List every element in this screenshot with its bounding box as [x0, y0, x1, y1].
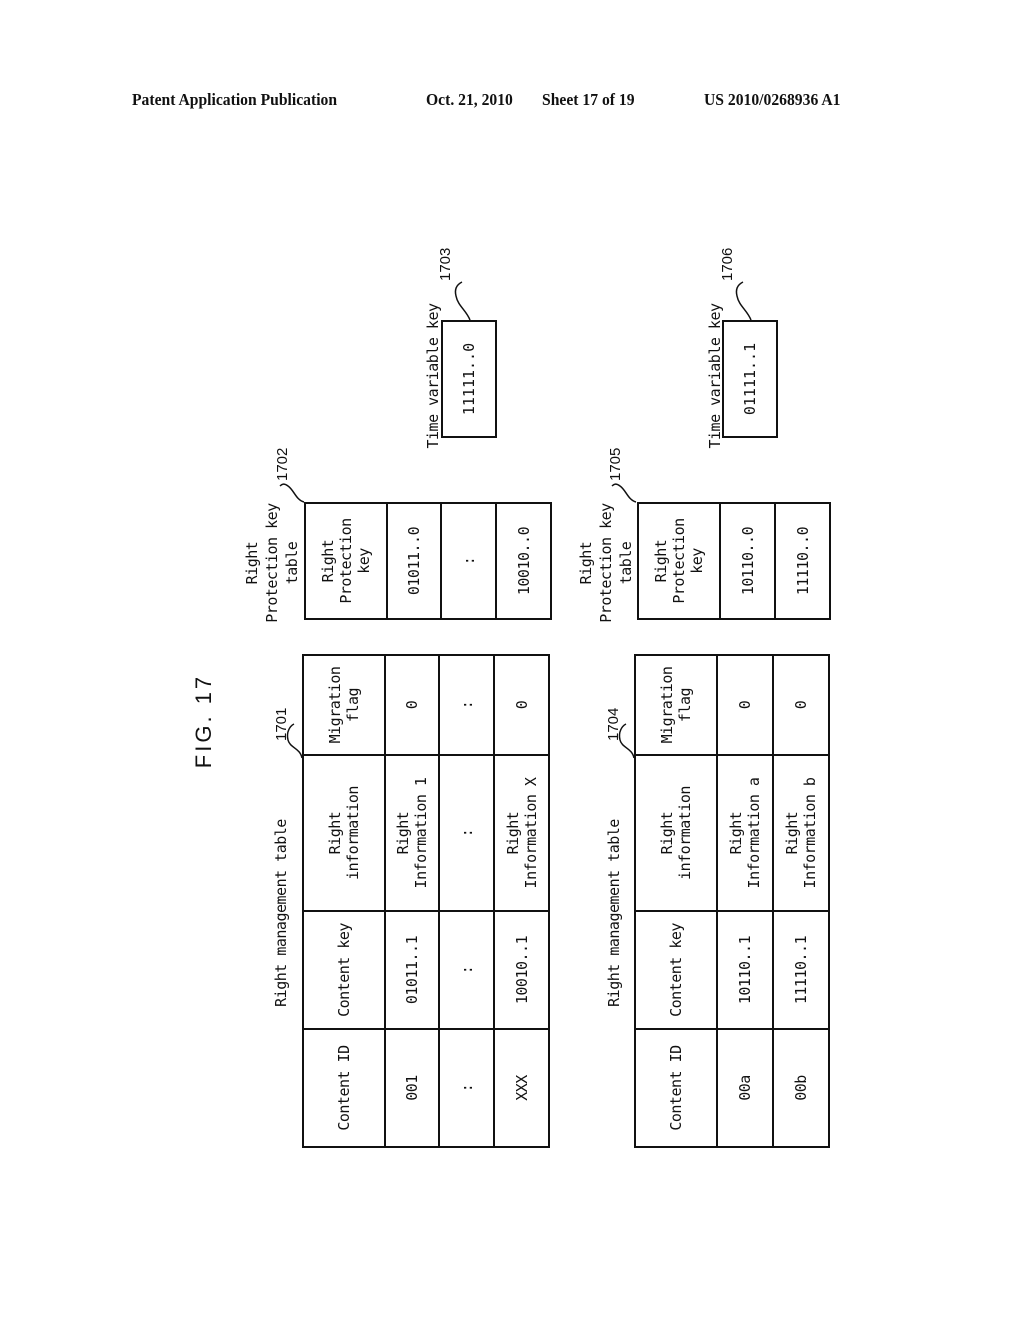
cell-content-id: :	[439, 1029, 494, 1147]
cell-content-id: 00b	[773, 1029, 829, 1147]
patent-number: US 2010/0268936 A1	[704, 90, 841, 109]
cell-migration-flag: 0	[494, 655, 549, 755]
header-right-protection-key: Right Protection key	[638, 503, 720, 619]
cell-right-information: Right Information a	[717, 755, 773, 911]
leader-line-1705	[611, 483, 637, 503]
header-content-id: Content ID	[303, 1029, 385, 1147]
header-migration-flag: Migration flag	[303, 655, 385, 755]
right-protection-key-table-1-title: Right Protection key table	[243, 503, 301, 623]
cell-migration-flag: 0	[385, 655, 439, 755]
reference-1702: 1702	[274, 447, 291, 481]
right-protection-key-table-2-title: Right Protection key table	[577, 503, 635, 623]
cell-content-key: 01011..1	[385, 911, 439, 1029]
publication-label: Patent Application Publication	[132, 90, 338, 109]
header-text: Right information	[326, 786, 362, 880]
header-right-protection-key: Right Protection key	[305, 503, 387, 619]
cell-right-information: Right Information X	[494, 755, 549, 911]
publication-date: Oct. 21, 2010	[426, 90, 513, 109]
figure-label: FIG. 17	[191, 673, 216, 769]
header-content-key: Content key	[303, 911, 385, 1029]
reference-1703: 1703	[437, 247, 454, 281]
time-variable-key-1: 11111..0	[441, 320, 497, 438]
reference-1706: 1706	[719, 247, 736, 281]
cell-right-information: Right Information b	[773, 755, 829, 911]
header-right-information: Right information	[635, 755, 717, 911]
header-text: Right Protection key	[319, 518, 373, 604]
header-right-information: Right information	[303, 755, 385, 911]
table-row: : : : :	[439, 655, 494, 1147]
cell-migration-flag: :	[439, 655, 494, 755]
header-content-id: Content ID	[635, 1029, 717, 1147]
cell-right-protection-key: 10010..0	[496, 503, 551, 619]
table-row: 00a 10110..1 Right Information a 0	[717, 655, 773, 1147]
time-variable-key-2: 01111..1	[722, 320, 778, 438]
cell-text: Right Information 1	[394, 777, 430, 889]
table-row: 11110..0	[775, 503, 830, 619]
cell-content-id: 00a	[717, 1029, 773, 1147]
header-content-key: Content key	[635, 911, 717, 1029]
table-row: 10110..0	[720, 503, 775, 619]
cell-right-information: :	[439, 755, 494, 911]
cell-right-protection-key: 11110..0	[775, 503, 830, 619]
header-text: Right Protection key	[652, 518, 706, 604]
cell-content-id: 001	[385, 1029, 439, 1147]
cell-content-key: 11110..1	[773, 911, 829, 1029]
right-protection-key-table-1: Right Protection key 01011..0 : 10010..0	[304, 502, 551, 620]
cell-right-protection-key: 10110..0	[720, 503, 775, 619]
cell-right-protection-key: :	[441, 503, 496, 619]
leader-line-1702	[279, 483, 305, 503]
right-management-table-2-title: Right management table	[605, 819, 623, 1007]
reference-1705: 1705	[607, 447, 624, 481]
reference-1701: 1701	[273, 707, 290, 741]
table-row: 10010..0	[496, 503, 551, 619]
cell-right-protection-key: 01011..0	[387, 503, 441, 619]
right-management-table-1: Content ID Content key Right information…	[302, 655, 549, 1148]
time-variable-key-1-title: Time variable key	[424, 303, 442, 449]
header-text: Migration flag	[326, 666, 362, 744]
cell-text: Right Information b	[783, 777, 819, 889]
cell-migration-flag: 0	[717, 655, 773, 755]
header-migration-flag: Migration flag	[635, 655, 717, 755]
cell-content-key: 10010..1	[494, 911, 549, 1029]
time-variable-key-2-value: 01111..1	[741, 342, 759, 416]
header-text: Right information	[658, 786, 694, 880]
time-variable-key-1-value: 11111..0	[460, 342, 478, 416]
cell-content-id: XXX	[494, 1029, 549, 1147]
table-row: :	[441, 503, 496, 619]
cell-text: Right Information X	[503, 777, 540, 889]
cell-right-information: Right Information 1	[385, 755, 439, 911]
right-management-table-2: Content ID Content key Right information…	[634, 655, 829, 1148]
cell-migration-flag: 0	[773, 655, 829, 755]
table-row: 01011..0	[387, 503, 441, 619]
cell-content-key: :	[439, 911, 494, 1029]
header-text: Migration flag	[658, 666, 694, 744]
time-variable-key-2-title: Time variable key	[706, 303, 724, 449]
sheet-number: Sheet 17 of 19	[542, 90, 635, 109]
table-row: 001 01011..1 Right Information 1 0	[385, 655, 439, 1147]
table-row: XXX 10010..1 Right Information X 0	[494, 655, 549, 1147]
right-management-table-1-title: Right management table	[272, 819, 290, 1007]
table-row: 00b 11110..1 Right Information b 0	[773, 655, 829, 1147]
right-protection-key-table-2: Right Protection key 10110..0 11110..0	[637, 502, 830, 620]
cell-text: Right Information a	[727, 777, 763, 889]
cell-content-key: 10110..1	[717, 911, 773, 1029]
reference-1704: 1704	[605, 707, 622, 741]
